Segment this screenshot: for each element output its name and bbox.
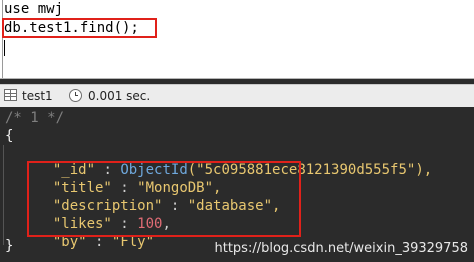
watermark: https://blog.csdn.net/weixin_39329758 xyxy=(214,241,468,256)
result-status-bar: test1 0.001 sec. xyxy=(0,84,474,108)
query-highlight-box xyxy=(2,18,157,38)
clock-icon xyxy=(69,89,82,102)
execution-time: 0.001 sec. xyxy=(88,89,151,103)
result-open-brace: { xyxy=(5,128,14,144)
editor-gutter xyxy=(2,0,3,78)
result-comment: /* 1 */ xyxy=(5,110,65,126)
collection-name: test1 xyxy=(22,89,53,103)
result-close-brace: } xyxy=(5,238,14,254)
text-cursor xyxy=(4,40,5,56)
results-fold-line xyxy=(3,145,4,245)
fields-highlight-box xyxy=(27,161,301,237)
editor-line-1: use mwj xyxy=(4,1,64,17)
table-icon xyxy=(4,89,17,101)
query-editor[interactable]: use mwj db.test1.find(); xyxy=(0,0,474,79)
